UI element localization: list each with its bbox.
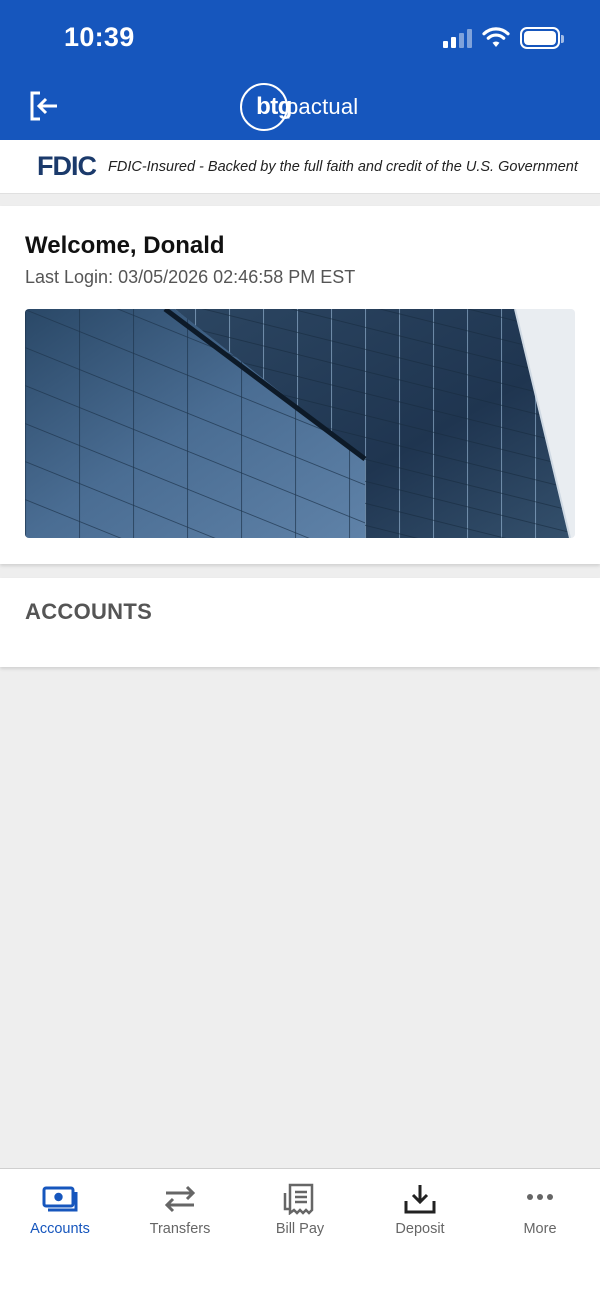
btg-pactual-logo: btg pactual	[240, 83, 358, 131]
deposit-icon	[404, 1185, 436, 1214]
last-login: Last Login: 03/05/2026 02:46:58 PM EST	[25, 267, 356, 287]
accounts-card: ACCOUNTS	[0, 578, 600, 667]
status-icons	[443, 27, 564, 49]
logo-mark: btg	[240, 83, 292, 131]
welcome-card: Welcome, Donald Last Login: 03/05/2026 0…	[0, 206, 600, 564]
battery-icon	[520, 27, 564, 49]
tab-label: More	[523, 1221, 557, 1237]
tab-transfers[interactable]: Transfers	[120, 1169, 240, 1299]
tab-label: Bill Pay	[275, 1221, 325, 1237]
more-icon	[527, 1194, 553, 1200]
tab-label: Deposit	[395, 1221, 445, 1237]
bill-pay-icon	[283, 1183, 314, 1215]
building-hero-image	[25, 309, 575, 538]
tab-label: Transfers	[149, 1221, 211, 1237]
status-time: 10:39	[64, 22, 135, 52]
app-header: 10:39 btg pactual	[0, 0, 600, 140]
fdic-logo: FDIC	[37, 151, 97, 181]
tab-bill-pay[interactable]: Bill Pay	[240, 1169, 360, 1299]
tab-more[interactable]: More	[480, 1169, 600, 1299]
welcome-title: Welcome, Donald	[25, 232, 225, 259]
wifi-icon	[482, 27, 510, 47]
signal-icon	[443, 28, 472, 48]
logo-wordmark: pactual	[286, 94, 359, 119]
accounts-icon	[42, 1186, 78, 1212]
accounts-title: ACCOUNTS	[25, 599, 153, 624]
tab-label: Accounts	[30, 1221, 90, 1237]
tab-accounts[interactable]: Accounts	[0, 1169, 120, 1299]
fdic-banner: FDIC FDIC-Insured - Backed by the full f…	[0, 140, 600, 194]
fdic-text: FDIC-Insured - Backed by the full faith …	[108, 158, 578, 175]
tab-deposit[interactable]: Deposit	[360, 1169, 480, 1299]
bottom-tab-bar: Accounts Transfers Bill Pay Deposit More	[0, 1168, 600, 1299]
logout-icon[interactable]	[26, 88, 62, 124]
transfers-icon	[164, 1185, 196, 1213]
